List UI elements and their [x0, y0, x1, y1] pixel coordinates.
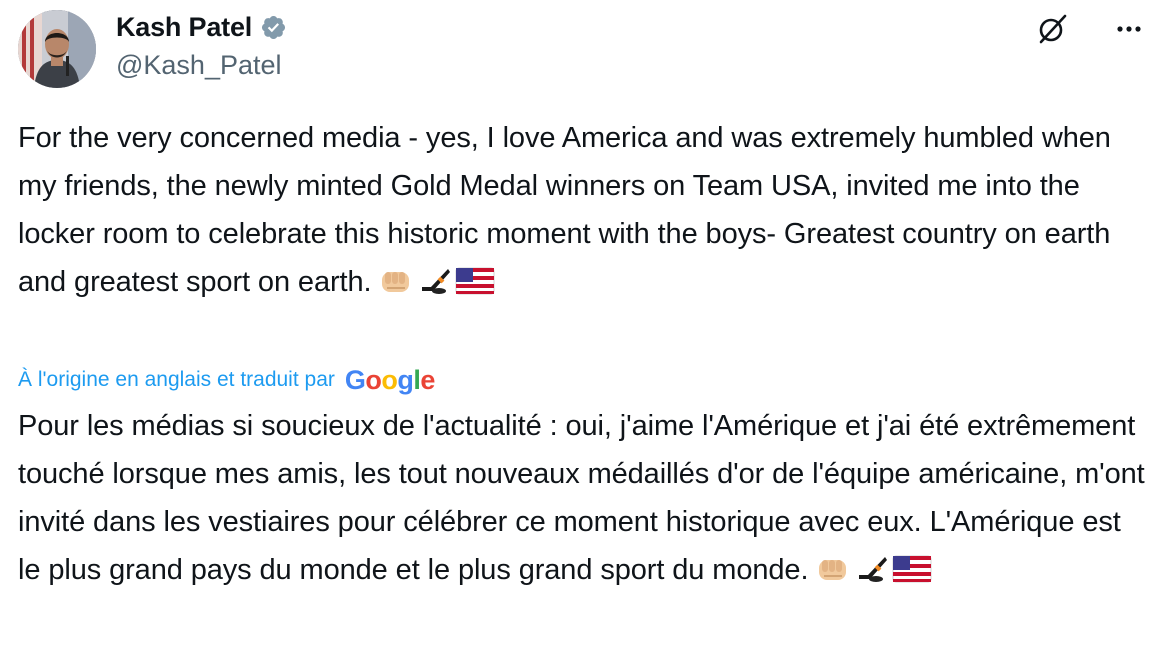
- author-handle[interactable]: @Kash_Patel: [116, 50, 282, 81]
- fist-bump-emoji: [382, 272, 410, 293]
- more-options-icon[interactable]: [1112, 12, 1146, 46]
- avatar[interactable]: [18, 10, 96, 88]
- grok-icon[interactable]: [1035, 12, 1069, 46]
- us-flag-emoji: [892, 555, 932, 583]
- translation-info-link[interactable]: À l'origine en anglais et traduit par: [18, 368, 335, 392]
- author-name-row: Kash Patel: [116, 10, 287, 44]
- emoji-row-translated: [816, 554, 932, 584]
- us-flag-emoji: [455, 267, 495, 295]
- tweet-original-text: For the very concerned media - yes, I lo…: [18, 114, 1148, 306]
- google-logo: Google: [344, 364, 436, 395]
- tweet-translated-text-content: Pour les médias si soucieux de l'actuali…: [18, 410, 1145, 586]
- ice-hockey-emoji: [859, 557, 888, 583]
- avatar-image: [18, 10, 96, 88]
- author-display-name[interactable]: Kash Patel: [116, 12, 252, 43]
- tweet-translated-text: Pour les médias si soucieux de l'actuali…: [18, 402, 1148, 594]
- translation-note: À l'origine en anglais et traduit par Go…: [18, 363, 435, 397]
- tweet-original-text-content: For the very concerned media - yes, I lo…: [18, 122, 1111, 298]
- verified-badge-icon: [262, 15, 286, 39]
- tweet-card: Kash Patel @Kash_Patel For the very conc…: [0, 0, 1166, 668]
- ice-hockey-emoji: [422, 269, 451, 295]
- fist-bump-emoji: [819, 560, 847, 581]
- emoji-row: [379, 266, 495, 296]
